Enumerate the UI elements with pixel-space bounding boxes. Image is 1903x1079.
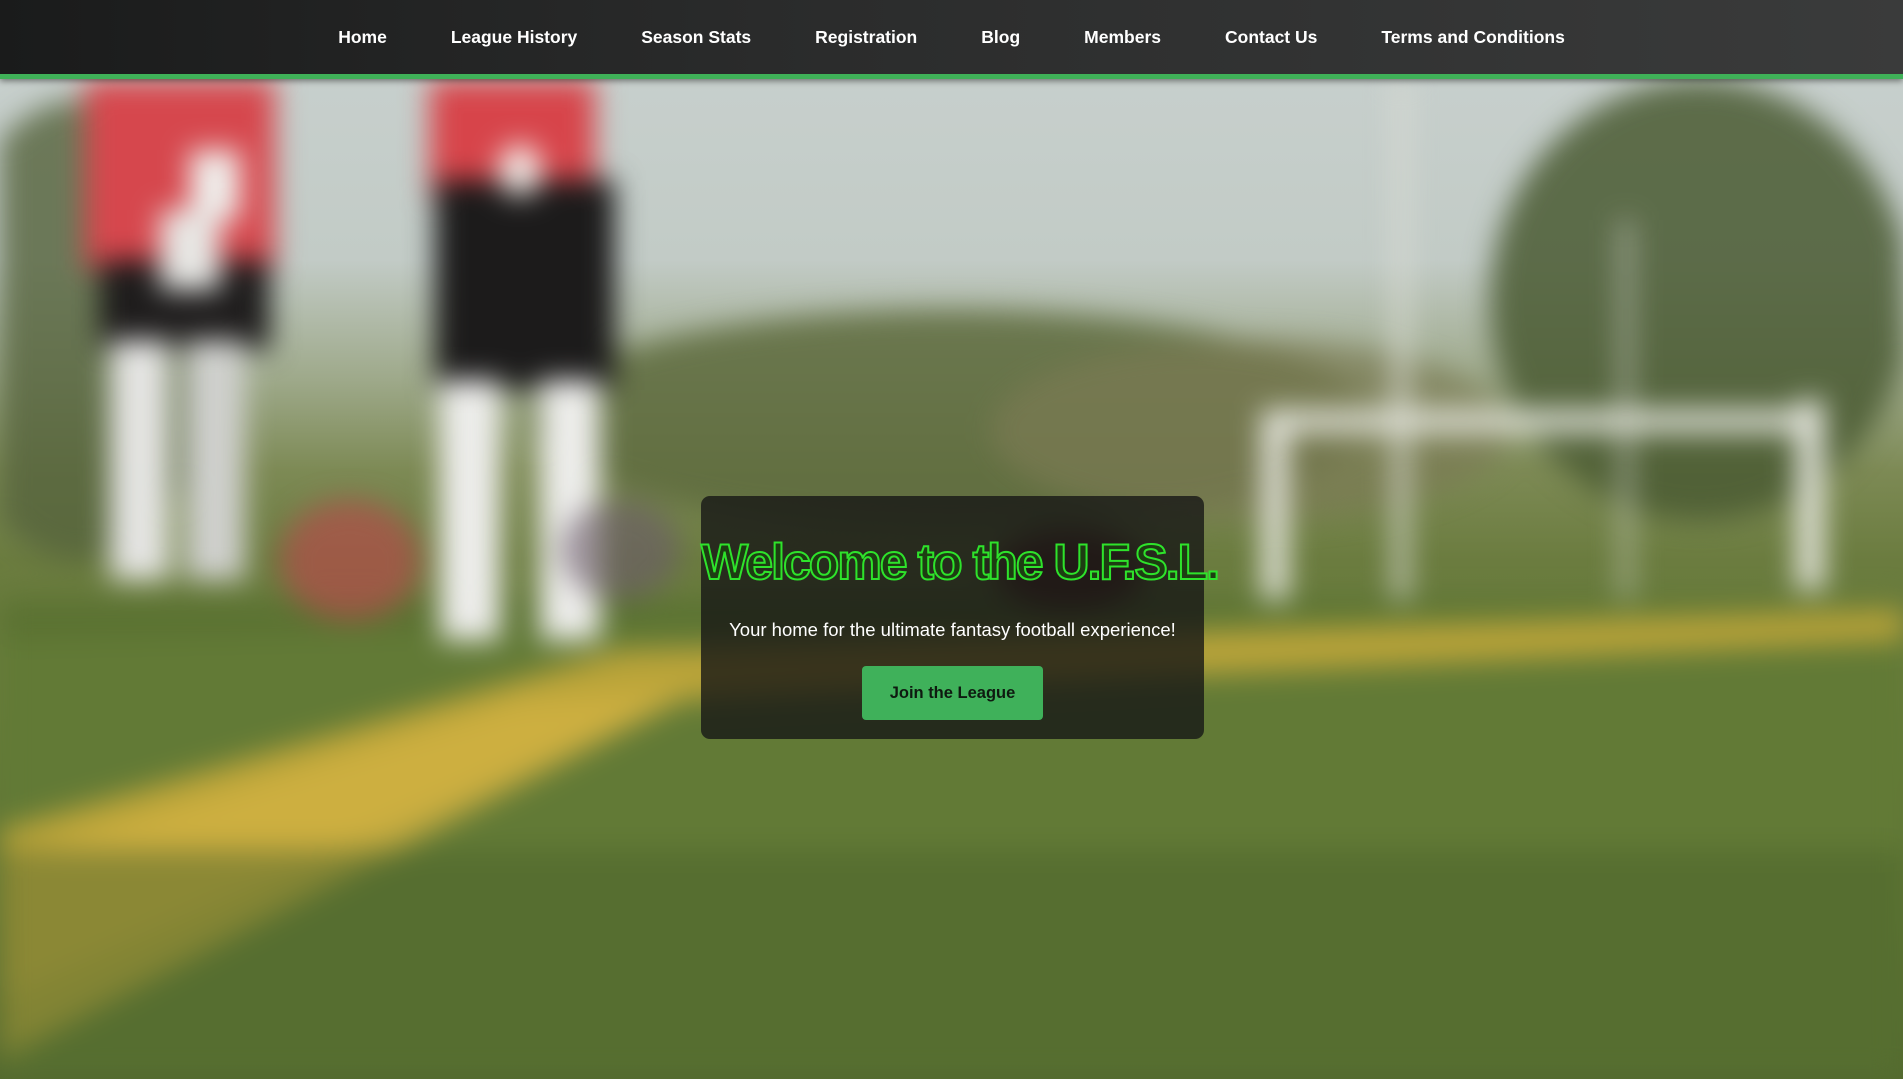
nav-item-members: Members [1052, 27, 1193, 48]
nav-link-contact-us[interactable]: Contact Us [1193, 17, 1349, 57]
hero-welcome-card: Welcome to the U.F.S.L. Your home for th… [700, 496, 1221, 739]
nav-link-blog[interactable]: Blog [949, 17, 1052, 57]
nav-menu: Home League History Season Stats Registr… [0, 0, 1903, 74]
nav-link-season-stats[interactable]: Season Stats [609, 17, 783, 57]
nav-link-terms-and-conditions[interactable]: Terms and Conditions [1349, 17, 1596, 57]
hero-subtitle: Your home for the ultimate fantasy footb… [729, 619, 1176, 640]
join-league-button[interactable]: Join the League [862, 666, 1043, 720]
hero-title: Welcome to the U.F.S.L. [700, 533, 1221, 591]
nav-item-registration: Registration [783, 27, 949, 48]
nav-item-home: Home [306, 27, 419, 48]
nav-link-league-history[interactable]: League History [419, 17, 609, 57]
nav-link-members[interactable]: Members [1052, 17, 1193, 57]
main-navigation-bar: Home League History Season Stats Registr… [0, 0, 1903, 79]
nav-item-season-stats: Season Stats [609, 27, 783, 48]
nav-link-registration[interactable]: Registration [783, 17, 949, 57]
nav-item-terms: Terms and Conditions [1349, 27, 1596, 48]
nav-item-blog: Blog [949, 27, 1052, 48]
nav-item-contact-us: Contact Us [1193, 27, 1349, 48]
nav-link-home[interactable]: Home [306, 17, 419, 57]
nav-item-league-history: League History [419, 27, 609, 48]
